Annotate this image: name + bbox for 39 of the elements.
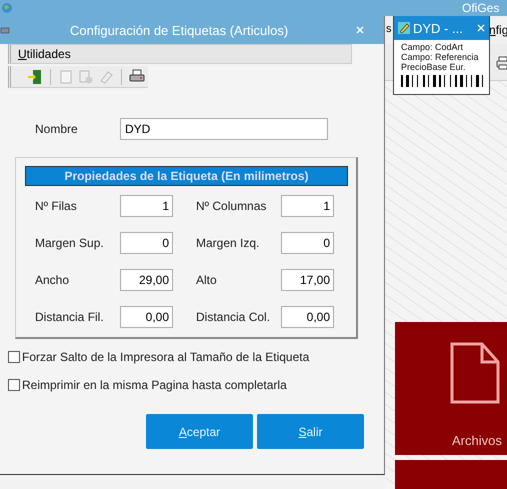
close-icon[interactable] [476,24,485,32]
window-title: Configuración de Etiquetas (Articulos) [70,22,288,38]
field-label: Nombre [35,122,79,136]
number-input-field[interactable]: 0,00 [120,306,173,328]
document-icon [450,342,500,404]
field-label: Alto [196,273,218,287]
pencil-icon [397,21,411,35]
checkbox-label: Forzar Salto de la Impresora al Tamaño de la Etiqueta [22,350,310,364]
close-icon[interactable] [356,26,364,34]
number-input-field[interactable]: 0,00 [281,306,334,328]
label-field-text: Campo: Referencia [401,52,480,62]
app-title: OfiGes [462,1,500,15]
number-input-field[interactable]: 1 [120,195,173,217]
window-title: DYD - ... [413,20,463,36]
number-input-field[interactable]: 0 [281,232,334,254]
number-input-field[interactable]: 29,00 [120,269,173,291]
number-input-field[interactable]: 17,00 [281,269,334,291]
menu-item[interactable]: s [386,23,392,35]
field-label: Distancia Fil. [35,310,105,324]
label-field-text: Campo: CodArt [401,42,464,52]
checkbox[interactable] [8,379,20,391]
number-input-field[interactable]: 0 [120,232,173,254]
checkbox-label: Reimprimir en la misma Pagina hasta completarla [22,378,287,392]
tile-label: Archivos [452,433,502,448]
door-exit-icon[interactable] [27,68,43,84]
field-label: Distancia Col. [196,310,272,324]
number-input-field[interactable]: 1 [281,195,334,217]
globe-icon [1,2,13,14]
label-field-text: PrecioBase Eur. [401,62,467,72]
group-header: Propiedades de la Etiqueta (En milimetros) [25,166,348,186]
field-label: Nº Filas [35,199,78,213]
field-label: Margen Izq. [196,236,260,250]
field-label: Margen Sup. [35,236,105,250]
archive-tile[interactable]: Archivos [395,322,507,455]
field-label: Nº Columnas [196,199,268,213]
field-label: Ancho [35,273,70,287]
name-input-field[interactable]: DYD [120,118,328,140]
menu-item[interactable]: Utilidades [11,47,71,61]
checkbox[interactable] [8,351,20,363]
